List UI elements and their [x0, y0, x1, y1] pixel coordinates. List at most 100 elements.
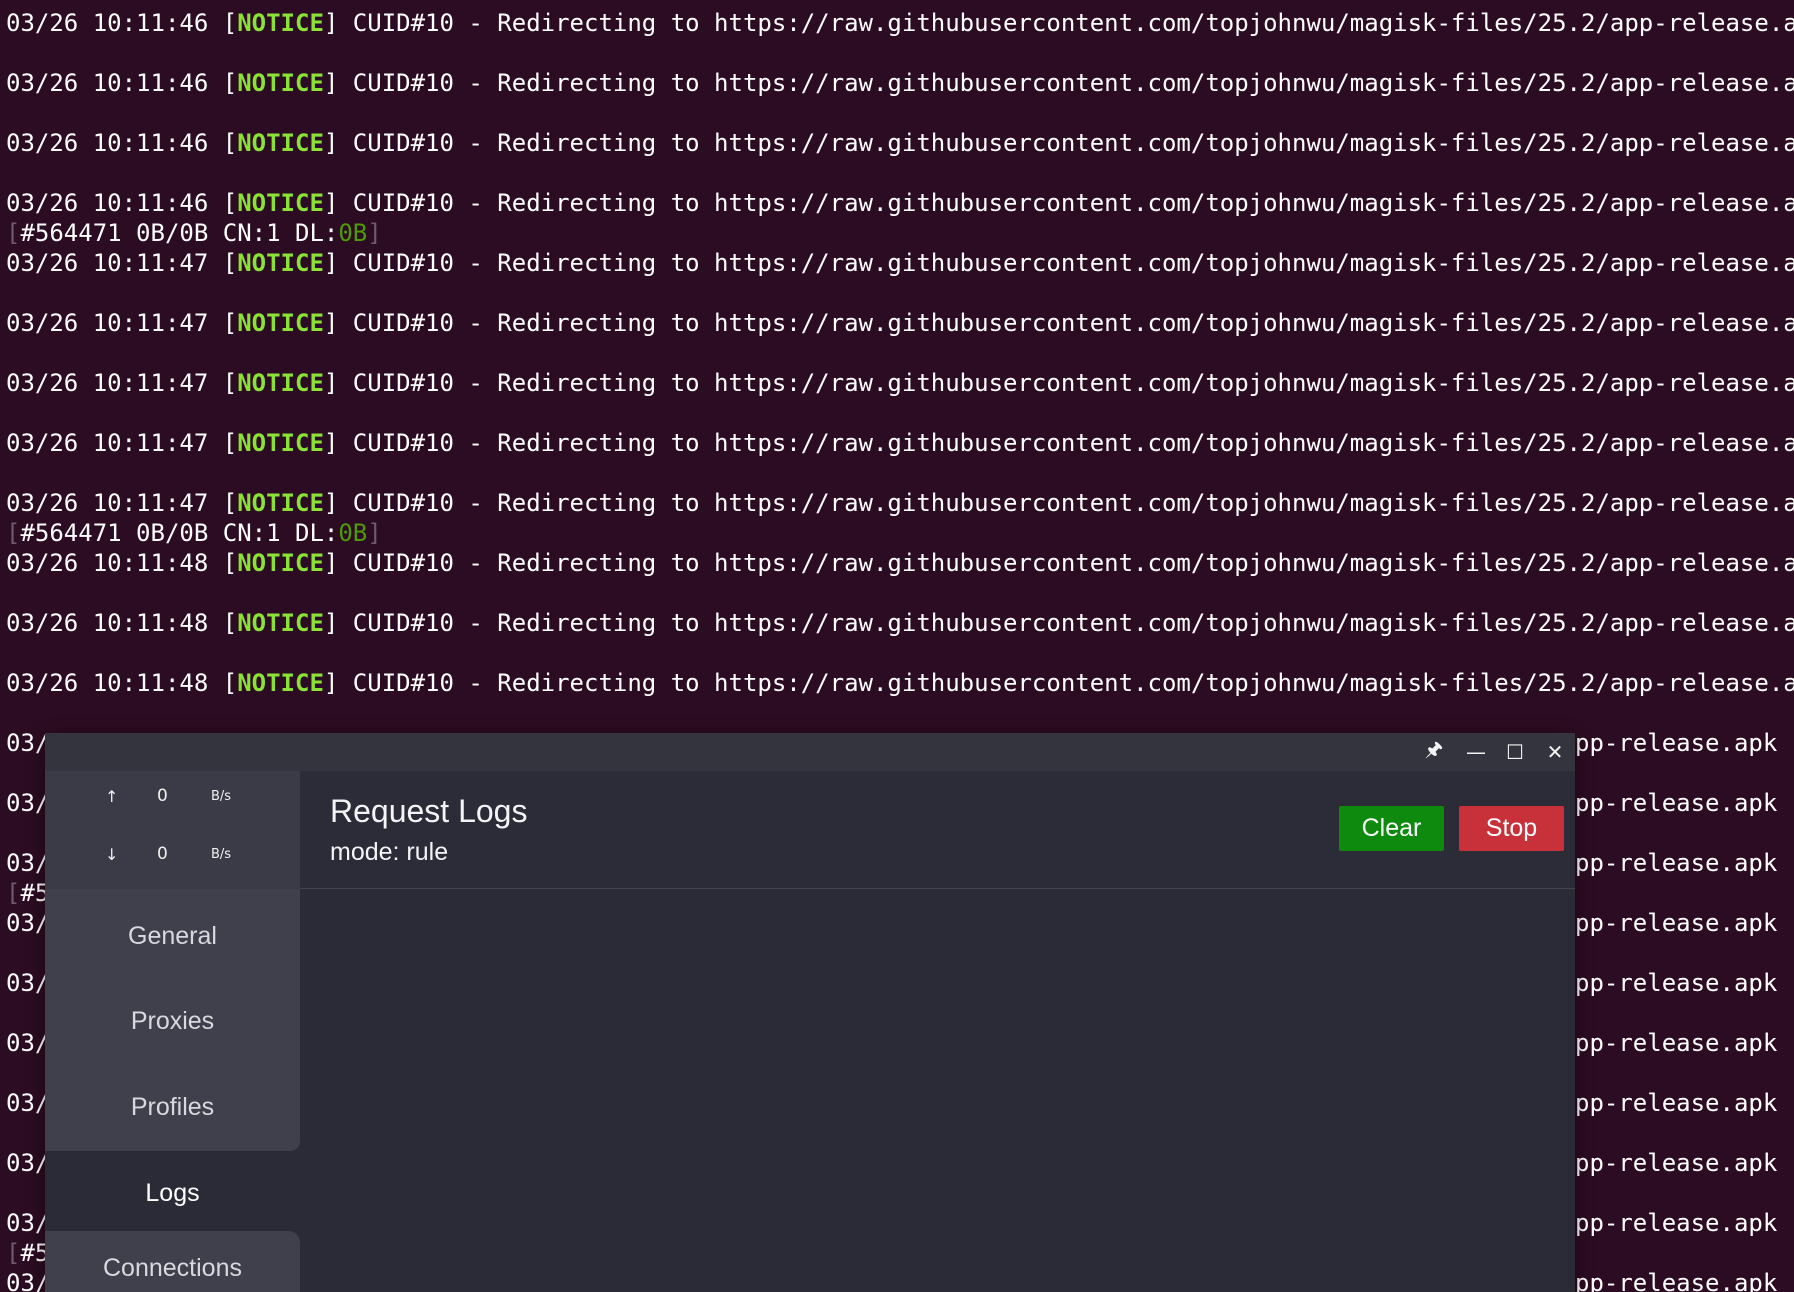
- log-bracket: [: [222, 609, 238, 637]
- maximize-button[interactable]: ☐: [1495, 733, 1535, 771]
- log-bracket: [: [222, 429, 238, 457]
- status-text: #564471 0B/0B CN:1 DL:: [20, 519, 339, 547]
- log-fragment-right: pp-release.apk: [1575, 1149, 1778, 1177]
- log-timestamp: 03/26 10:11:46: [6, 189, 223, 217]
- log-bracket: [: [222, 369, 238, 397]
- log-message: CUID#10 - Redirecting to https://raw.git…: [338, 429, 1794, 457]
- sidebar-item-proxies[interactable]: Proxies: [45, 979, 300, 1063]
- download-unit: B/s: [211, 847, 232, 862]
- status-bracket: [: [6, 519, 21, 547]
- log-bracket: ]: [323, 189, 339, 217]
- terminal-log-line: 03/26 10:11:47 [NOTICE] CUID#10 - Redire…: [6, 308, 1794, 338]
- log-fragment-left: 03/: [6, 1029, 50, 1057]
- log-bracket: [: [222, 249, 238, 277]
- title-bar[interactable]: 🖈 — ☐ ✕: [45, 733, 1575, 771]
- log-bracket: ]: [323, 549, 339, 577]
- terminal-log-line: 03/26 10:11:47 [NOTICE] CUID#10 - Redire…: [6, 488, 1794, 518]
- minimize-button[interactable]: —: [1456, 733, 1496, 771]
- sidebar-item-logs[interactable]: Logs: [45, 1151, 300, 1235]
- log-fragment-left: 03/: [6, 969, 50, 997]
- log-level: NOTICE: [237, 129, 324, 157]
- log-fragment-right: pp-release.apk: [1575, 909, 1778, 937]
- terminal-status-line: [#564471 0B/0B CN:1 DL:0B]: [6, 518, 1794, 548]
- log-level: NOTICE: [237, 609, 324, 637]
- terminal-log-line: 03/26 10:11:47 [NOTICE] CUID#10 - Redire…: [6, 428, 1794, 458]
- page-title: Request Logs: [330, 793, 528, 829]
- log-fragment-right: pp-release.apk: [1575, 849, 1778, 877]
- log-message: CUID#10 - Redirecting to https://raw.git…: [338, 249, 1794, 277]
- log-bracket: ]: [323, 489, 339, 517]
- log-level: NOTICE: [237, 249, 324, 277]
- sidebar-item-connections[interactable]: Connections: [45, 1233, 300, 1292]
- close-button[interactable]: ✕: [1535, 733, 1575, 771]
- log-bracket: [: [222, 9, 238, 37]
- log-fragment-left: 03/: [6, 909, 50, 937]
- log-level: NOTICE: [237, 429, 324, 457]
- log-level: NOTICE: [237, 69, 324, 97]
- log-fragment-right: pp-release.apk: [1575, 1269, 1778, 1292]
- clear-button[interactable]: Clear: [1339, 806, 1444, 851]
- log-message: CUID#10 - Redirecting to https://raw.git…: [338, 669, 1794, 697]
- log-bracket: ]: [323, 9, 339, 37]
- log-message: CUID#10 - Redirecting to https://raw.git…: [338, 609, 1794, 637]
- upload-arrow-icon: ↑: [105, 787, 119, 806]
- terminal-status-line: [#564471 0B/0B CN:1 DL:0B]: [6, 218, 1794, 248]
- log-timestamp: 03/26 10:11:46: [6, 69, 223, 97]
- log-bracket: [: [222, 489, 238, 517]
- log-timestamp: 03/26 10:11:48: [6, 669, 223, 697]
- log-bracket: ]: [323, 669, 339, 697]
- log-fragment-left: 03/: [6, 729, 50, 757]
- log-message: CUID#10 - Redirecting to https://raw.git…: [338, 69, 1794, 97]
- status-dl: 0B: [338, 519, 368, 547]
- log-timestamp: 03/26 10:11:47: [6, 489, 223, 517]
- log-fragment-right: pp-release.apk: [1575, 1029, 1778, 1057]
- proxy-mode: mode: rule: [330, 838, 449, 866]
- log-level: NOTICE: [237, 9, 324, 37]
- status-bracket: [: [6, 879, 21, 907]
- log-message: CUID#10 - Redirecting to https://raw.git…: [338, 9, 1794, 37]
- log-level: NOTICE: [237, 309, 324, 337]
- upload-value: 0: [157, 786, 168, 806]
- log-timestamp: 03/26 10:11:48: [6, 549, 223, 577]
- sidebar-item-general[interactable]: General: [45, 894, 300, 978]
- sidebar-item-profiles[interactable]: Profiles: [45, 1065, 300, 1149]
- log-fragment-right: pp-release.apk: [1575, 969, 1778, 997]
- terminal-log-line: 03/26 10:11:48 [NOTICE] CUID#10 - Redire…: [6, 608, 1794, 638]
- log-message: CUID#10 - Redirecting to https://raw.git…: [338, 189, 1794, 217]
- log-timestamp: 03/26 10:11:46: [6, 129, 223, 157]
- log-message: CUID#10 - Redirecting to https://raw.git…: [338, 369, 1794, 397]
- upload-unit: B/s: [211, 789, 232, 804]
- status-text: #564471 0B/0B CN:1 DL:: [20, 219, 339, 247]
- log-level: NOTICE: [237, 189, 324, 217]
- log-bracket: [: [222, 309, 238, 337]
- download-speed: ↓ 0 B/s: [45, 835, 300, 875]
- download-value: 0: [157, 844, 168, 864]
- log-fragment-left: 03/: [6, 1209, 50, 1237]
- pin-icon[interactable]: 🖈: [1414, 733, 1454, 771]
- log-level: NOTICE: [237, 369, 324, 397]
- log-bracket: ]: [323, 429, 339, 457]
- log-message: CUID#10 - Redirecting to https://raw.git…: [338, 129, 1794, 157]
- sidebar: ↑ 0 B/s ↓ 0 B/s General Proxies Profiles…: [45, 771, 300, 1292]
- log-timestamp: 03/26 10:11:47: [6, 309, 223, 337]
- download-arrow-icon: ↓: [105, 845, 119, 864]
- log-level: NOTICE: [237, 489, 324, 517]
- log-fragment-right: pp-release.apk: [1575, 1089, 1778, 1117]
- sidebar-item-connections-bg: Connections: [45, 1231, 300, 1292]
- status-bracket: [: [6, 219, 21, 247]
- log-bracket: [: [222, 69, 238, 97]
- log-timestamp: 03/26 10:11:48: [6, 609, 223, 637]
- log-bracket: [: [222, 669, 238, 697]
- log-fragment-right: pp-release.apk: [1575, 1209, 1778, 1237]
- log-bracket: ]: [323, 249, 339, 277]
- log-level: NOTICE: [237, 549, 324, 577]
- stop-button[interactable]: Stop: [1459, 806, 1564, 851]
